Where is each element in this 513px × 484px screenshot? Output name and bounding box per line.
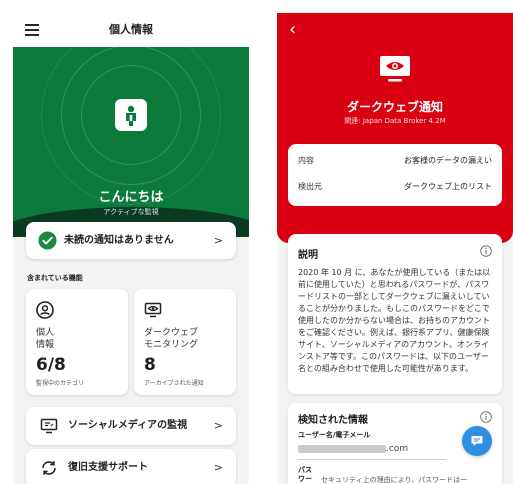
card-number: 8 xyxy=(144,355,156,375)
recovery-support-row[interactable]: 復旧支援サポート > xyxy=(26,449,236,484)
card-label: 個人 情報 xyxy=(36,328,55,350)
info-value: お客様のデータの漏えい xyxy=(404,156,492,165)
detected-title: 検知された情報 xyxy=(298,415,368,426)
row-label: ソーシャルメディアの監視 xyxy=(68,420,188,431)
personal-info-card[interactable]: 個人 情報 6/8 監視中のカテゴリ xyxy=(26,289,128,395)
info-icon[interactable] xyxy=(480,411,492,423)
password-value: セキュリティ上の理由により、パスワードは一 xyxy=(321,476,468,484)
top-bar: 個人情報 xyxy=(13,13,249,47)
divider xyxy=(298,459,446,460)
hero-banner: こんにちは アクティブな監視 xyxy=(13,47,249,237)
page-title: 個人情報 xyxy=(109,23,153,36)
description-title: 説明 xyxy=(298,250,318,261)
social-media-monitoring-row[interactable]: ソーシャルメディアの監視 > xyxy=(26,407,236,445)
info-icon[interactable] xyxy=(480,245,492,257)
email-value: .com xyxy=(298,444,408,454)
alert-info-card: 内容 お客様のデータの漏えい 検出元 ダークウェブ上のリスト xyxy=(288,144,502,206)
greeting-subtitle: アクティブな監視 xyxy=(103,208,159,216)
description-card: 説明 2020 年 10 月 に、あなたが使用している（または以前に使用していた… xyxy=(288,234,502,394)
redacted-email xyxy=(298,444,386,453)
refresh-icon xyxy=(42,461,56,475)
username-label: ユーザー名/電子メール xyxy=(298,431,371,439)
info-key: 内容 xyxy=(298,156,314,165)
card-subtext: アーカイブされた通知 xyxy=(144,380,204,387)
dark-web-alert-screen: ‹ ダークウェブ通知 関連: Japan Data Broker 4.2M 内容… xyxy=(277,13,513,484)
chat-icon xyxy=(471,436,483,446)
notifications-card[interactable]: 未読の通知はありません > xyxy=(26,222,236,259)
section-label: 含まれている機能 xyxy=(27,274,83,282)
greeting: こんにちは xyxy=(98,190,164,205)
check-circle-icon xyxy=(38,231,57,250)
social-monitor-icon xyxy=(40,418,58,434)
info-row: 内容 お客様のデータの漏えい xyxy=(288,148,502,174)
alert-title: ダークウェブ通知 xyxy=(346,100,443,114)
info-value: ダークウェブ上のリスト xyxy=(404,182,492,191)
chat-button[interactable] xyxy=(462,426,492,456)
description-body: 2020 年 10 月 に、あなたが使用している（または以前に使用していた）と思… xyxy=(298,268,491,373)
monitor-eye-icon xyxy=(380,56,410,82)
email-suffix: .com xyxy=(386,444,409,454)
dark-web-monitoring-card[interactable]: ダークウェブ モニタリング 8 アーカイブされた通知 xyxy=(134,289,236,395)
card-number: 6/8 xyxy=(36,355,66,375)
info-key: 検出元 xyxy=(298,182,322,191)
info-row: 検出元 ダークウェブ上のリスト xyxy=(288,174,502,200)
password-label: パス ワー xyxy=(298,466,312,483)
card-label: ダークウェブ モニタリング xyxy=(144,328,199,350)
notifications-text: 未読の通知はありません xyxy=(64,235,174,246)
personal-info-screen: 個人情報 こんにちは アクティブな監視 未読の通知はありません > 含まれている… xyxy=(13,13,249,484)
card-subtext: 監視中のカテゴリ xyxy=(36,380,85,387)
alert-subtitle: 関連: Japan Data Broker 4.2M xyxy=(344,117,446,125)
monitor-eye-icon xyxy=(144,302,162,318)
chevron-right-icon: > xyxy=(213,419,223,432)
person-shield-icon xyxy=(126,105,136,126)
alert-header xyxy=(277,13,513,243)
chevron-right-icon: > xyxy=(213,234,223,247)
row-label: 復旧支援サポート xyxy=(68,462,148,473)
chevron-right-icon: > xyxy=(213,461,223,474)
back-arrow-icon[interactable]: ‹ xyxy=(289,19,296,40)
person-icon xyxy=(36,301,54,319)
